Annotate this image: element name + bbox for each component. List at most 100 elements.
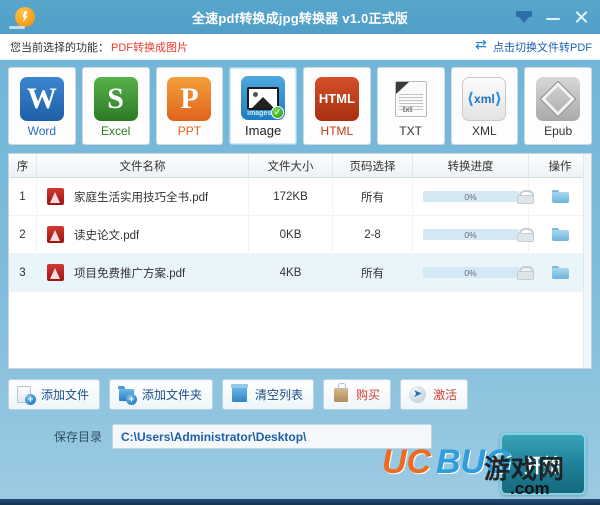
html-format-icon: HTML bbox=[314, 76, 359, 121]
activate-arrow-icon: ➤ bbox=[408, 385, 427, 404]
add-file-label: 添加文件 bbox=[41, 388, 90, 402]
table-row[interactable]: 1 家庭生活实用技巧全书.pdf 172KB 所有 0% bbox=[9, 178, 591, 216]
column-header-actions: 操作 bbox=[548, 160, 572, 173]
row-file-size: 4KB bbox=[249, 254, 333, 291]
excel-format-icon: S bbox=[93, 76, 138, 121]
format-tile-label: Word bbox=[27, 123, 57, 138]
ppt-format-icon: P bbox=[167, 76, 212, 121]
save-directory-label: 保存目录 bbox=[54, 430, 103, 444]
format-tile-word[interactable]: W Word bbox=[8, 67, 76, 145]
add-folder-button[interactable]: + 添加文件夹 bbox=[109, 379, 214, 410]
clear-list-button[interactable]: 清空列表 bbox=[222, 379, 315, 410]
action-button-bar: + 添加文件 + 添加文件夹 清空列表 购买 ➤ 激活 bbox=[8, 379, 592, 410]
start-button[interactable]: 开始 bbox=[500, 433, 586, 495]
shopping-bag-icon bbox=[331, 383, 350, 404]
row-page-range[interactable]: 2-8 bbox=[333, 216, 413, 253]
image-format-icon: images ✓ bbox=[241, 76, 286, 120]
format-tile-html[interactable]: HTML HTML bbox=[303, 67, 371, 145]
row-actions bbox=[517, 178, 591, 215]
skin-chevron-icon bbox=[516, 10, 532, 24]
format-selector: W Word S Excel P PPT images ✓ Image HTML… bbox=[8, 67, 592, 145]
switch-mode-label: 点击切换文件转PDF bbox=[493, 42, 592, 54]
preview-icon[interactable] bbox=[517, 265, 534, 280]
column-header-index: 序 bbox=[9, 154, 37, 177]
selected-check-icon: ✓ bbox=[271, 106, 285, 119]
current-function-value: PDF转换成图片 bbox=[111, 41, 188, 54]
pdf-file-icon bbox=[47, 188, 64, 205]
vertical-scrollbar[interactable] bbox=[583, 154, 591, 368]
table-header-row: 序 文件名称 文件大小 页码选择 转换进度 操作 bbox=[9, 154, 591, 178]
buy-button[interactable]: 购买 bbox=[323, 379, 392, 410]
progress-label: 0% bbox=[464, 267, 477, 278]
add-file-button[interactable]: + 添加文件 bbox=[8, 379, 101, 410]
progress-bar: 0% bbox=[422, 267, 519, 278]
column-header-pages: 页码选择 bbox=[333, 154, 413, 177]
close-icon bbox=[574, 10, 588, 24]
open-folder-icon[interactable] bbox=[552, 228, 569, 241]
column-header-size: 文件大小 bbox=[249, 154, 333, 177]
row-page-range[interactable]: 所有 bbox=[333, 178, 413, 215]
window-controls bbox=[516, 0, 594, 34]
preview-icon[interactable] bbox=[517, 189, 534, 204]
table-row[interactable]: 3 项目免费推广方案.pdf 4KB 所有 0% bbox=[9, 254, 591, 292]
progress-bar: 0% bbox=[422, 229, 519, 240]
open-folder-icon[interactable] bbox=[552, 266, 569, 279]
skin-button[interactable] bbox=[516, 10, 532, 24]
row-index: 1 bbox=[9, 178, 37, 215]
table-row[interactable]: 2 读史论文.pdf 0KB 2-8 0% bbox=[9, 216, 591, 254]
row-progress-cell: 0% bbox=[413, 216, 529, 253]
format-tile-xml[interactable]: ⟨ xml ⟩ XML bbox=[450, 67, 519, 145]
format-tile-label: Excel bbox=[100, 123, 131, 138]
row-index: 3 bbox=[9, 254, 37, 291]
xml-format-icon: ⟨ xml ⟩ bbox=[462, 76, 507, 121]
row-index: 2 bbox=[9, 216, 37, 253]
activate-button[interactable]: ➤ 激活 bbox=[400, 379, 469, 410]
open-folder-icon[interactable] bbox=[552, 190, 569, 203]
row-name-cell: 家庭生活实用技巧全书.pdf bbox=[37, 178, 249, 215]
current-function-label: 您当前选择的功能： bbox=[10, 41, 109, 54]
progress-label: 0% bbox=[464, 191, 477, 202]
add-file-icon: + bbox=[16, 385, 36, 405]
buy-label: 购买 bbox=[356, 388, 381, 402]
progress-label: 0% bbox=[464, 229, 477, 240]
format-tile-epub[interactable]: Epub bbox=[524, 67, 592, 145]
add-folder-icon: + bbox=[117, 385, 138, 405]
file-list-table: 序 文件名称 文件大小 页码选择 转换进度 操作 1 家庭生活实用技巧全书.pd… bbox=[8, 153, 592, 369]
epub-format-icon bbox=[536, 76, 581, 121]
word-format-icon: W bbox=[19, 76, 64, 121]
title-bar: 全速pdf转换成jpg转换器 v1.0正式版 bbox=[0, 0, 600, 34]
clear-list-label: 清空列表 bbox=[255, 388, 304, 402]
row-progress-cell: 0% bbox=[413, 254, 529, 291]
pdf-file-icon bbox=[47, 226, 64, 243]
minimize-button[interactable] bbox=[546, 14, 560, 20]
row-page-range[interactable]: 所有 bbox=[333, 254, 413, 291]
format-tile-image[interactable]: images ✓ Image bbox=[229, 67, 297, 145]
row-file-size: 0KB bbox=[249, 216, 333, 253]
format-tile-label: TXT bbox=[399, 123, 422, 138]
txt-format-icon: txt bbox=[389, 77, 433, 121]
format-tile-excel[interactable]: S Excel bbox=[81, 67, 150, 145]
row-name-cell: 读史论文.pdf bbox=[37, 216, 249, 253]
application-window: 全速pdf转换成jpg转换器 v1.0正式版 您当前选择的功能： PDF转换成图… bbox=[0, 0, 600, 505]
row-file-name: 项目免费推广方案.pdf bbox=[74, 267, 186, 280]
os-taskbar bbox=[0, 499, 600, 505]
trash-icon bbox=[230, 385, 249, 404]
add-folder-label: 添加文件夹 bbox=[142, 388, 203, 402]
function-indicator-bar: 您当前选择的功能： PDF转换成图片 点击切换文件转PDF bbox=[0, 34, 600, 60]
close-button[interactable] bbox=[574, 10, 588, 24]
app-logo-icon bbox=[8, 0, 42, 34]
row-name-cell: 项目免费推广方案.pdf bbox=[37, 254, 249, 291]
format-tile-label: PPT bbox=[177, 123, 202, 138]
switch-mode-link[interactable]: 点击切换文件转PDF bbox=[475, 34, 592, 60]
swap-arrows-icon bbox=[475, 37, 489, 53]
preview-icon[interactable] bbox=[517, 227, 534, 242]
format-tile-label: HTML bbox=[320, 123, 354, 138]
row-progress-cell: 0% bbox=[413, 178, 529, 215]
save-directory-input[interactable]: C:\Users\Administrator\Desktop\ bbox=[112, 424, 433, 449]
format-tile-label: Epub bbox=[544, 123, 573, 138]
format-tile-txt[interactable]: txt TXT bbox=[376, 67, 445, 145]
row-file-name: 读史论文.pdf bbox=[74, 229, 140, 242]
format-tile-ppt[interactable]: P PPT bbox=[155, 67, 224, 145]
format-tile-label: XML bbox=[472, 123, 497, 138]
row-actions bbox=[517, 254, 591, 291]
